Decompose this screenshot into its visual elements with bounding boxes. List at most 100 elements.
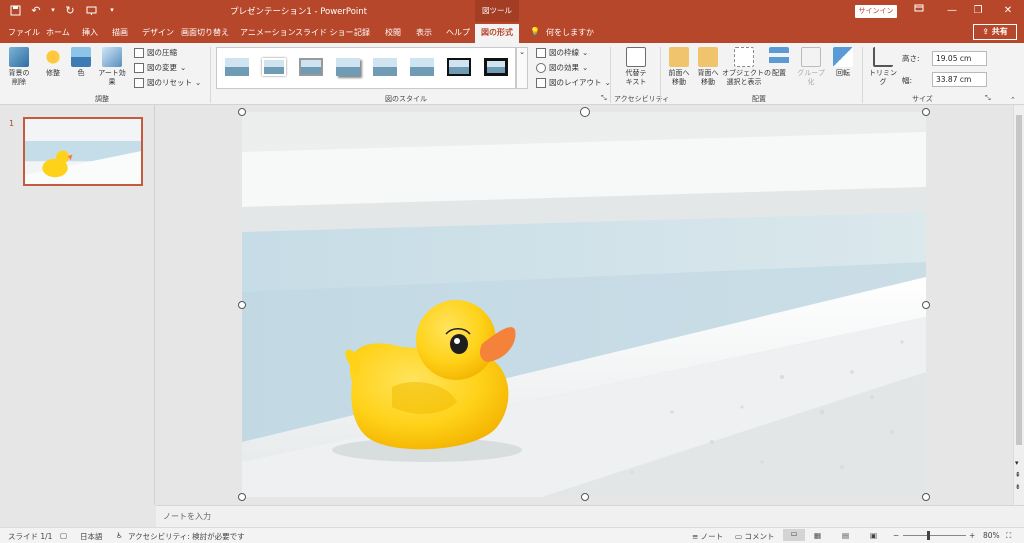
slide-thumbnail[interactable] (23, 117, 143, 186)
fit-slide-icon[interactable]: ⛶ (1006, 531, 1011, 541)
start-slideshow-icon[interactable] (84, 3, 98, 17)
spell-check-icon[interactable]: ▢ (60, 531, 67, 540)
tab-review[interactable]: 校閲 (385, 27, 401, 38)
corrections-button[interactable]: 修整 (40, 47, 66, 78)
language-indicator[interactable]: 日本語 (80, 531, 103, 542)
notes-toggle-button[interactable]: ≡ ノート (692, 531, 723, 542)
minimize-icon[interactable]: — (944, 3, 960, 19)
reset-picture-label: 図のリセット (147, 78, 192, 87)
vertical-scrollbar[interactable]: ▾ ⇞ ⇟ (1013, 105, 1024, 505)
height-label: 高さ: (902, 54, 920, 63)
color-button[interactable]: 色 (70, 47, 92, 78)
align-icon (769, 47, 789, 67)
tab-home[interactable]: ホーム (46, 27, 70, 38)
previous-slide-icon[interactable]: ⇞ (1015, 471, 1021, 479)
tab-insert[interactable]: 挿入 (82, 27, 98, 38)
ribbon-tabs: ファイル ホーム 挿入 描画 デザイン 画面切り替え アニメーション スライド … (0, 22, 1024, 43)
picture-layout-button[interactable]: 図のレイアウト ⌄ (536, 77, 611, 88)
gallery-more-button[interactable]: ⌄ (516, 47, 528, 89)
picture-style-3[interactable] (299, 58, 323, 76)
tab-transitions[interactable]: 画面切り替え (181, 27, 229, 38)
picture-effects-button[interactable]: 図の効果 ⌄ (536, 62, 588, 73)
scroll-down-icon[interactable]: ▾ (1015, 459, 1019, 467)
zoom-in-button[interactable]: + (969, 531, 975, 540)
ribbon-display-options-icon[interactable] (911, 3, 927, 19)
slide-sorter-view-button[interactable]: ▦ (814, 531, 821, 540)
tab-animations[interactable]: アニメーション (240, 27, 296, 38)
artistic-effects-button[interactable]: アート効果 (95, 47, 129, 87)
reset-picture-button[interactable]: 図のリセット ⌄ (134, 77, 201, 88)
rotate-button[interactable]: 回転 (832, 47, 854, 78)
selection-pane-button[interactable]: オブジェクトの 選択と表示 (722, 47, 771, 87)
title-bar: ↶ ▾ ↻ ▾ プレゼンテーション1 - PowerPoint 図ツール サイン… (0, 0, 1024, 22)
picture-style-8[interactable] (484, 58, 508, 76)
next-slide-icon[interactable]: ⇟ (1015, 483, 1021, 491)
width-label: 幅: (902, 76, 913, 85)
group-separator (610, 47, 611, 103)
scrollbar-thumb[interactable] (1016, 115, 1022, 445)
remove-background-button[interactable]: 背景の 削除 (6, 47, 32, 87)
resize-handle-top-right[interactable] (922, 108, 930, 116)
resize-handle-top-left[interactable] (238, 108, 246, 116)
accessibility-status[interactable]: アクセシビリティ: 検討が必要です (128, 531, 245, 542)
height-input[interactable]: 19.05 cm (932, 51, 987, 66)
resize-handle-bottom[interactable] (581, 493, 589, 501)
tab-design[interactable]: デザイン (142, 27, 174, 38)
resize-handle-bottom-right[interactable] (922, 493, 930, 501)
tab-view[interactable]: 表示 (416, 27, 432, 38)
save-icon[interactable] (8, 3, 22, 17)
share-button[interactable]: ⇪ 共有 (973, 24, 1017, 40)
picture-style-1[interactable] (225, 58, 249, 76)
tab-picture-format[interactable]: 図の形式 (475, 24, 519, 43)
rotate-handle[interactable] (580, 107, 590, 117)
size-dialog-launcher-icon[interactable]: ⤡ (985, 94, 991, 103)
signin-button[interactable]: サインイン (855, 5, 897, 18)
alt-text-button[interactable]: 代替テ キスト (620, 47, 652, 87)
resize-handle-left[interactable] (238, 301, 246, 309)
align-button[interactable]: 配置 (768, 47, 790, 78)
notes-pane[interactable]: ノートを入力 (156, 505, 1024, 527)
tab-record[interactable]: 記録 (354, 27, 370, 38)
close-icon[interactable]: ✕ (1000, 3, 1016, 19)
tell-me-search[interactable]: 何をしますか (546, 27, 594, 38)
zoom-out-button[interactable]: − (893, 531, 899, 540)
customize-qat-icon[interactable]: ▾ (105, 3, 119, 17)
undo-icon[interactable]: ↶ (29, 3, 43, 17)
slideshow-view-button[interactable]: ▣ (870, 531, 877, 540)
picture-style-7[interactable] (447, 58, 471, 76)
zoom-slider-thumb[interactable] (927, 531, 930, 540)
normal-view-button[interactable]: ▭ (783, 529, 805, 541)
resize-handle-right[interactable] (922, 301, 930, 309)
tab-draw[interactable]: 描画 (112, 27, 128, 38)
rubber-duck-bathtub-picture[interactable] (242, 112, 926, 497)
comments-button[interactable]: ▭ コメント (735, 531, 774, 542)
picture-style-6[interactable] (410, 58, 434, 76)
change-picture-icon (134, 62, 144, 73)
picture-style-4[interactable] (336, 58, 360, 76)
bring-forward-label: 前面へ 移動 (668, 69, 690, 86)
restore-icon[interactable]: ❐ (970, 3, 986, 19)
bring-forward-button[interactable]: 前面へ 移動 (666, 47, 692, 87)
collapse-ribbon-icon[interactable]: ⌃ (1010, 96, 1016, 104)
undo-dropdown-icon[interactable]: ▾ (50, 3, 56, 17)
zoom-level[interactable]: 80% (983, 531, 1000, 540)
picture-style-2[interactable] (262, 58, 286, 76)
compress-icon (134, 47, 144, 58)
dialog-launcher-icon[interactable]: ⤡ (601, 94, 607, 103)
picture-style-5[interactable] (373, 58, 397, 76)
tab-file[interactable]: ファイル (8, 27, 40, 38)
compress-pictures-button[interactable]: 図の圧縮 (134, 47, 177, 58)
zoom-slider[interactable] (903, 535, 966, 536)
tab-help[interactable]: ヘルプ (446, 27, 470, 38)
reading-view-button[interactable]: ▤ (842, 531, 849, 540)
group-button[interactable]: グループ化 (794, 47, 828, 87)
send-backward-button[interactable]: 背面へ 移動 (695, 47, 721, 87)
change-picture-button[interactable]: 図の変更 ⌄ (134, 62, 186, 73)
tab-slideshow[interactable]: スライド ショー (295, 27, 354, 38)
width-input[interactable]: 33.87 cm (932, 72, 987, 87)
redo-icon[interactable]: ↻ (63, 3, 77, 17)
picture-border-button[interactable]: 図の枠線 ⌄ (536, 47, 588, 58)
picture-border-icon (536, 47, 546, 58)
resize-handle-bottom-left[interactable] (238, 493, 246, 501)
crop-button[interactable]: トリミング (868, 47, 898, 87)
